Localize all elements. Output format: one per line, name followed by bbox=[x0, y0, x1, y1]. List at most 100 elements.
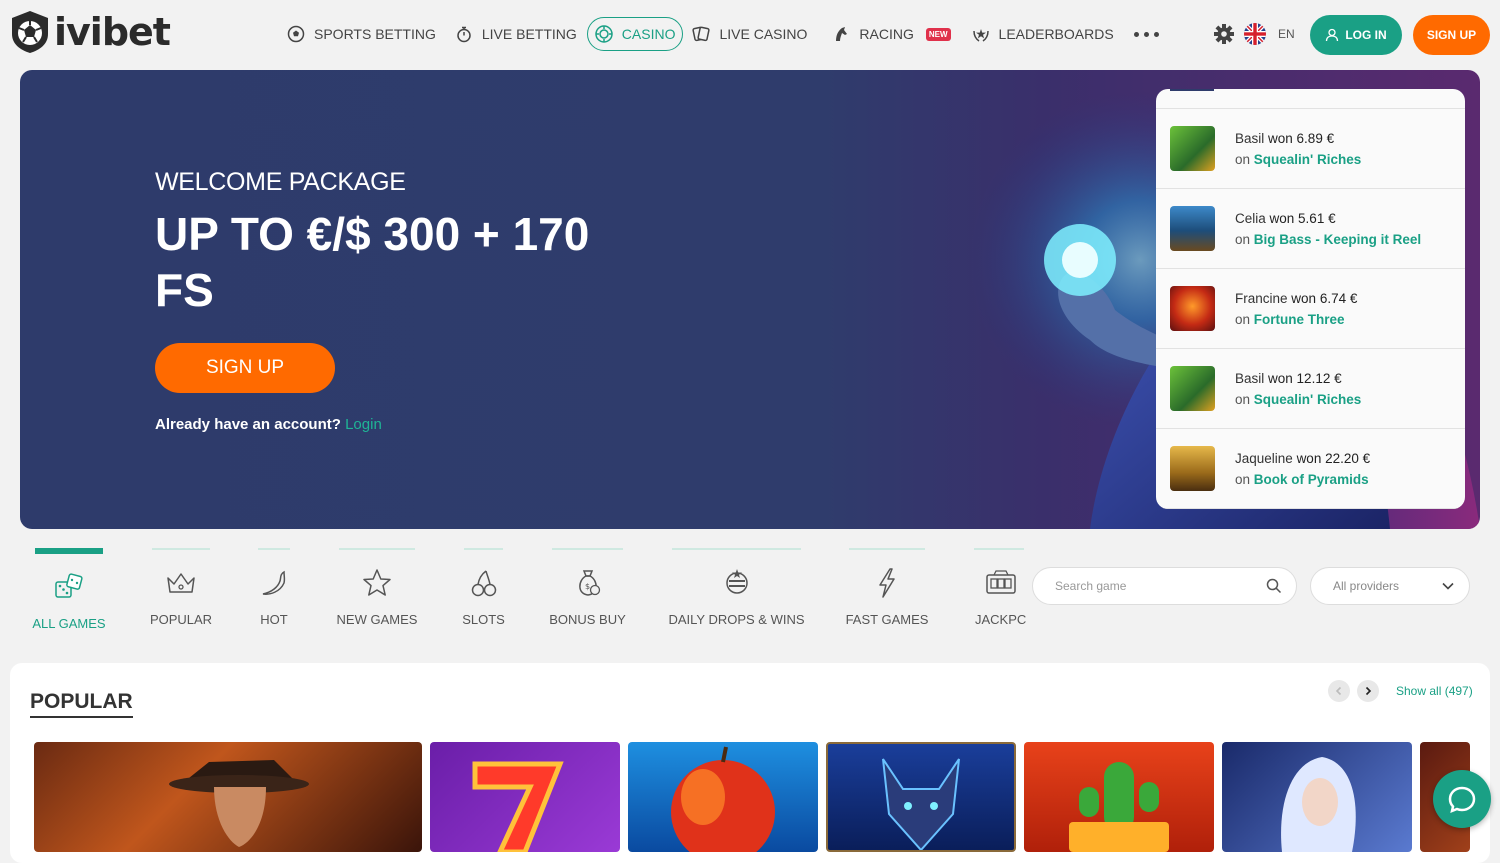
main-nav: SPORTS BETTING LIVE BETTING CASINO LIVE … bbox=[278, 17, 1159, 51]
game-tile[interactable] bbox=[1222, 742, 1412, 852]
providers-selected: All providers bbox=[1333, 579, 1400, 593]
category-label: DAILY DROPS & WINS bbox=[668, 612, 805, 627]
game-artwork bbox=[1281, 757, 1356, 852]
chili-pepper-icon bbox=[257, 566, 291, 600]
winner-row[interactable]: Celia won 5.61 € on Big Bass - Keeping i… bbox=[1156, 189, 1465, 269]
winner-amount: won 12.12 € bbox=[1268, 370, 1342, 386]
category-hot[interactable]: HOT bbox=[258, 548, 290, 638]
uk-flag-icon bbox=[1244, 23, 1266, 45]
nav-racing[interactable]: RACING NEW bbox=[823, 17, 958, 51]
category-jackpot[interactable]: JACKPC bbox=[974, 548, 1026, 638]
winner-row[interactable]: Basil won 6.89 € on Squealin' Riches bbox=[1156, 109, 1465, 189]
winner-on: on bbox=[1235, 391, 1251, 407]
login-button[interactable]: LOG IN bbox=[1310, 15, 1402, 55]
search-placeholder: Search game bbox=[1055, 579, 1127, 593]
show-all-link[interactable]: Show all (497) bbox=[1396, 684, 1473, 698]
nav-label: LEADERBOARDS bbox=[998, 26, 1114, 42]
jackpot-icon bbox=[984, 566, 1018, 600]
hero-kicker: WELCOME PACKAGE bbox=[155, 168, 406, 196]
nav-casino[interactable]: CASINO bbox=[586, 17, 684, 51]
category-popular[interactable]: POPULAR bbox=[149, 548, 213, 638]
hero-offer: UP TO €/$ 300 + 170 FS bbox=[155, 208, 590, 316]
category-daily-drops-wins[interactable]: DAILY DROPS & WINS bbox=[668, 548, 805, 638]
winner-on: on bbox=[1235, 151, 1251, 167]
nav-label: LIVE CASINO bbox=[719, 26, 808, 42]
nav-leaderboards[interactable]: LEADERBOARDS bbox=[963, 17, 1122, 51]
account-prompt: Already have an account? Login bbox=[155, 416, 382, 433]
winner-game-link[interactable]: Big Bass - Keeping it Reel bbox=[1254, 232, 1421, 247]
nav-label: CASINO bbox=[621, 26, 676, 42]
carousel-next-button[interactable] bbox=[1357, 680, 1379, 702]
horse-icon bbox=[831, 24, 851, 44]
more-dots-icon[interactable] bbox=[1133, 31, 1159, 37]
category-bonus-buy[interactable]: $ BONUS BUY bbox=[549, 548, 626, 638]
winner-game-link[interactable]: Squealin' Riches bbox=[1254, 152, 1362, 167]
carousel-prev-button[interactable] bbox=[1328, 680, 1350, 702]
hero-signup-button[interactable]: SIGN UP bbox=[155, 343, 335, 393]
game-artwork bbox=[882, 758, 960, 850]
search-input[interactable]: Search game bbox=[1032, 567, 1297, 605]
game-thumbnail bbox=[1170, 366, 1215, 411]
winners-top-edge bbox=[1156, 89, 1465, 109]
winner-amount: won 6.89 € bbox=[1268, 130, 1335, 146]
section-title: POPULAR bbox=[30, 690, 133, 718]
soccer-ball-icon bbox=[286, 24, 306, 44]
language-selector[interactable]: EN bbox=[1244, 23, 1295, 45]
signup-button[interactable]: SIGN UP bbox=[1413, 15, 1490, 55]
category-label: SLOTS bbox=[462, 612, 505, 627]
game-tile[interactable] bbox=[1024, 742, 1214, 852]
game-tile[interactable] bbox=[826, 742, 1016, 852]
nav-label: SPORTS BETTING bbox=[314, 26, 436, 42]
game-categories: ALL GAMES POPULAR HOT NEW GAMES SLOTS $ … bbox=[0, 548, 1030, 638]
star-icon bbox=[360, 566, 394, 600]
brand-name: ivibet bbox=[54, 10, 171, 54]
shield-ball-icon bbox=[12, 11, 48, 53]
game-artwork bbox=[671, 746, 775, 852]
crown-icon bbox=[164, 566, 198, 600]
winner-row[interactable]: Francine won 6.74 € on Fortune Three bbox=[1156, 269, 1465, 349]
game-thumbnail bbox=[1170, 446, 1215, 491]
providers-dropdown[interactable]: All providers bbox=[1310, 567, 1470, 605]
winner-name: Celia bbox=[1235, 210, 1266, 226]
laurel-star-icon bbox=[971, 24, 991, 44]
recent-winners-panel: Basil won 6.89 € on Squealin' Riches Cel… bbox=[1156, 89, 1465, 509]
category-all-games[interactable]: ALL GAMES bbox=[32, 548, 106, 638]
gear-icon[interactable] bbox=[1213, 23, 1235, 45]
category-label: BONUS BUY bbox=[549, 612, 626, 627]
live-chat-button[interactable] bbox=[1433, 770, 1491, 828]
category-new-games[interactable]: NEW GAMES bbox=[337, 548, 417, 638]
svg-text:$: $ bbox=[585, 582, 590, 591]
nav-live-betting[interactable]: LIVE BETTING bbox=[446, 17, 585, 51]
stopwatch-icon bbox=[454, 24, 474, 44]
account-text: Already have an account? bbox=[155, 416, 341, 433]
category-label: HOT bbox=[260, 612, 288, 627]
category-label: POPULAR bbox=[149, 612, 213, 627]
game-artwork bbox=[169, 760, 309, 847]
nav-sports-betting[interactable]: SPORTS BETTING bbox=[278, 17, 444, 51]
search-icon[interactable] bbox=[1266, 578, 1282, 594]
lightning-icon bbox=[870, 566, 904, 600]
game-artwork bbox=[1069, 762, 1169, 852]
category-slots[interactable]: SLOTS bbox=[462, 548, 505, 638]
money-bag-icon: $ bbox=[571, 566, 605, 600]
game-tile[interactable] bbox=[628, 742, 818, 852]
winner-on: on bbox=[1235, 311, 1251, 327]
hero-login-link[interactable]: Login bbox=[345, 416, 382, 433]
winner-on: on bbox=[1235, 471, 1251, 487]
winner-name: Basil bbox=[1235, 130, 1265, 146]
game-thumbnail bbox=[1170, 286, 1215, 331]
brand-logo[interactable]: ivibet bbox=[10, 10, 171, 54]
winner-row[interactable]: Basil won 12.12 € on Squealin' Riches bbox=[1156, 349, 1465, 429]
winner-row[interactable]: Jaqueline won 22.20 € on Book of Pyramid… bbox=[1156, 429, 1465, 509]
winner-game-link[interactable]: Squealin' Riches bbox=[1254, 392, 1362, 407]
nav-label: LIVE BETTING bbox=[481, 26, 577, 42]
winner-game-link[interactable]: Book of Pyramids bbox=[1254, 472, 1369, 487]
hero-signup-label: SIGN UP bbox=[205, 357, 285, 378]
game-tile[interactable] bbox=[430, 742, 620, 852]
popular-section: POPULAR Show all (497) bbox=[10, 663, 1490, 863]
new-badge: NEW bbox=[925, 27, 951, 41]
winner-game-link[interactable]: Fortune Three bbox=[1254, 312, 1345, 327]
category-fast-games[interactable]: FAST GAMES bbox=[846, 548, 928, 638]
nav-live-casino[interactable]: LIVE CASINO bbox=[683, 17, 815, 51]
game-tile[interactable] bbox=[34, 742, 422, 852]
